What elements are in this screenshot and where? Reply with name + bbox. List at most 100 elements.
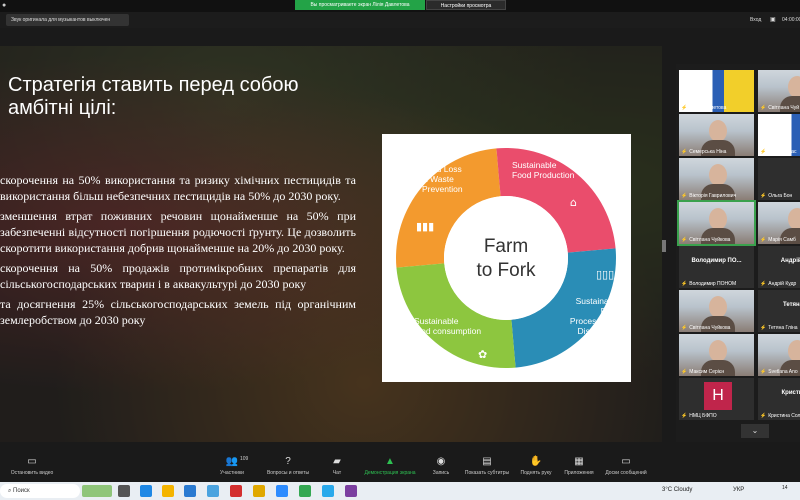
- farm-to-fork-graphic: Food Loss& WastePreventionSustainableFoo…: [396, 148, 621, 368]
- participant-name: Тетяна Гліна: [768, 325, 798, 331]
- diagram-title: Farm: [484, 236, 528, 257]
- participant-tile[interactable]: ⚡ Світлана Чуйкова: [679, 290, 754, 332]
- muted-mic-icon: ⚡: [681, 237, 688, 243]
- participant-tile[interactable]: ⚡ Вікторія Гаврилович: [679, 158, 754, 200]
- zoom-taskbar-icon[interactable]: [276, 485, 288, 497]
- participant-face: [788, 340, 800, 362]
- participant-name-label: ⚡ Лілія Давлетова: [681, 105, 726, 111]
- edge-icon[interactable]: [140, 485, 152, 497]
- record-label: Запись: [432, 470, 450, 476]
- segment-label: food consumption: [414, 326, 481, 336]
- chrome-icon[interactable]: [253, 485, 265, 497]
- participant-name: Світлана Чуйкова: [689, 237, 731, 243]
- meeting-info-bar: Звук оригинала для музыкантов выключен В…: [0, 12, 800, 28]
- taskbar-widget-icon[interactable]: [82, 485, 112, 497]
- taskbar-search[interactable]: ⌕ Поиск: [0, 484, 80, 498]
- title-bar: ● Вы просматриваете экран Лілія Давлетов…: [0, 0, 800, 12]
- participant-tile[interactable]: Кристина ⚡Кристина Сол: [758, 378, 800, 420]
- stop-video-button[interactable]: ▭ Остановить видео: [2, 456, 62, 476]
- shield-icon[interactable]: ▣: [770, 15, 776, 25]
- muted-mic-icon: ⚡: [760, 149, 767, 155]
- share-screen-label: Демонстрация экрана: [364, 470, 416, 476]
- participant-tile[interactable]: Н ⚡ НМЦ БФПО: [679, 378, 754, 420]
- participant-name-title: Кристина: [781, 390, 800, 396]
- participant-tile[interactable]: ⚡ Максим Серієн: [679, 334, 754, 376]
- participant-name: НМЦ БФПО: [689, 413, 717, 419]
- chat-button[interactable]: ▰ Чат: [307, 456, 367, 476]
- mail-icon[interactable]: [184, 485, 196, 497]
- muted-mic-icon: ⚡: [760, 193, 767, 199]
- original-sound-notice[interactable]: Звук оригинала для музыкантов выключен: [6, 14, 129, 26]
- captions-label: Показать субтитры: [464, 470, 510, 476]
- participant-tile[interactable]: Тетяна Г ⚡Тетяна Гліна: [758, 290, 800, 332]
- participant-tile[interactable]: ⚡ Світлана Чуйкова: [677, 200, 756, 246]
- muted-mic-icon: ⚡: [681, 325, 688, 331]
- meeting-toolbar: ▭ Остановить видео 👥 109 Участники ? Вопросы…: [0, 452, 800, 482]
- box-icon: ▮▮▮: [416, 220, 434, 233]
- bottles-icon: ▯▯▯: [596, 268, 614, 281]
- whiteboard-button[interactable]: ▭ Доски сообщений: [596, 456, 656, 476]
- language-indicator[interactable]: УКР: [733, 487, 744, 493]
- participant-tile[interactable]: ⚡ Вікторія Вас: [758, 114, 800, 156]
- panel-resize-handle[interactable]: [662, 240, 666, 252]
- participant-avatar: Н: [704, 382, 732, 410]
- search-placeholder: Поиск: [13, 488, 30, 494]
- segment-label: Sustainable: [414, 316, 459, 326]
- participant-name-label: ⚡ Марія Самб: [760, 237, 796, 243]
- segment-label: Food: [601, 306, 621, 316]
- participant-tile[interactable]: ⚡ Svetlana Ano: [758, 334, 800, 376]
- participant-tile[interactable]: ⚡ Марія Самб: [758, 202, 800, 244]
- muted-mic-icon: ⚡: [681, 413, 688, 419]
- muted-mic-icon: ⚡: [681, 281, 688, 287]
- participant-name: Вікторія Вас: [768, 149, 797, 155]
- muted-mic-icon: ⚡: [681, 149, 688, 155]
- segment-label: Prevention: [422, 184, 463, 194]
- file-explorer-icon[interactable]: [162, 485, 174, 497]
- viewing-screen-badge: Вы просматриваете экран Лілія Давлетова: [295, 0, 425, 10]
- participant-face: [709, 120, 727, 142]
- viber-icon[interactable]: [345, 485, 357, 497]
- bullet-item: скорочення на 50% використання та ризику…: [0, 173, 356, 203]
- participant-name-label: ⚡ НМЦ БФПО: [681, 413, 717, 419]
- participant-tile[interactable]: ⚡ Лілія Давлетова: [679, 70, 754, 112]
- store-icon[interactable]: [207, 485, 219, 497]
- bullet-item: скорочення на 50% продажів протимікробни…: [0, 261, 356, 291]
- weather-widget[interactable]: 3°C Cloudy: [662, 487, 692, 493]
- participant-face: [788, 208, 800, 230]
- zoom-window: ● Вы просматриваете экран Лілія Давлетов…: [0, 0, 800, 500]
- participant-name-label: ⚡ Світлана Чуйкова: [681, 325, 730, 331]
- participant-name-label: ⚡ Світлана Чуй: [760, 105, 799, 111]
- participant-tile[interactable]: ⚡ Світлана Чуй: [758, 70, 800, 112]
- participants-button[interactable]: 👥 109 Участники: [202, 456, 262, 476]
- opera-icon[interactable]: [230, 485, 242, 497]
- participant-name-label: ⚡ Вікторія Гаврилович: [681, 193, 736, 199]
- participants-label: Участники: [220, 470, 244, 476]
- participant-name-label: ⚡ Максим Серієн: [681, 369, 724, 375]
- view-options-button[interactable]: Настройки просмотра: [426, 0, 506, 10]
- muted-mic-icon: ⚡: [760, 369, 767, 375]
- participant-tile[interactable]: ⚡ Ольга Бон: [758, 158, 800, 200]
- muted-mic-icon: ⚡: [760, 325, 767, 331]
- participant-face: [709, 208, 727, 230]
- participant-name: Лілія Давлетова: [689, 105, 727, 111]
- muted-mic-icon: ⚡: [760, 413, 767, 419]
- slide-bullets: скорочення на 50% використання та ризику…: [0, 172, 356, 332]
- participant-name: Ольга Бон: [768, 193, 793, 199]
- participant-name: Максим Серієн: [689, 369, 725, 375]
- participant-tile[interactable]: Андрій Ку ⚡Андрій Кудр: [758, 246, 800, 288]
- participant-name-title: Тетяна Г: [782, 302, 800, 308]
- segment-label: Sustainable: [512, 160, 557, 170]
- enter-label[interactable]: Вход: [750, 15, 761, 25]
- telegram-icon[interactable]: [322, 485, 334, 497]
- participant-name-label: ⚡ Володимир ПОНОМ: [681, 281, 736, 287]
- taskbar-clock[interactable]: 14: [782, 485, 788, 491]
- task-view-icon[interactable]: [118, 485, 130, 497]
- meeting-timer: 04:00:00: [782, 17, 800, 23]
- participant-tile[interactable]: Володимир ПО... ⚡ Володимир ПОНОМ: [679, 246, 754, 288]
- segment-label: Processing &: [570, 316, 620, 326]
- participant-name-label: ⚡ Семерська Ніна: [681, 149, 726, 155]
- segment-label: Food Loss: [422, 164, 462, 174]
- chrome-alt-icon[interactable]: [299, 485, 311, 497]
- chevron-down-icon[interactable]: ⌄: [741, 424, 769, 438]
- participant-tile[interactable]: ⚡ Семерська Ніна: [679, 114, 754, 156]
